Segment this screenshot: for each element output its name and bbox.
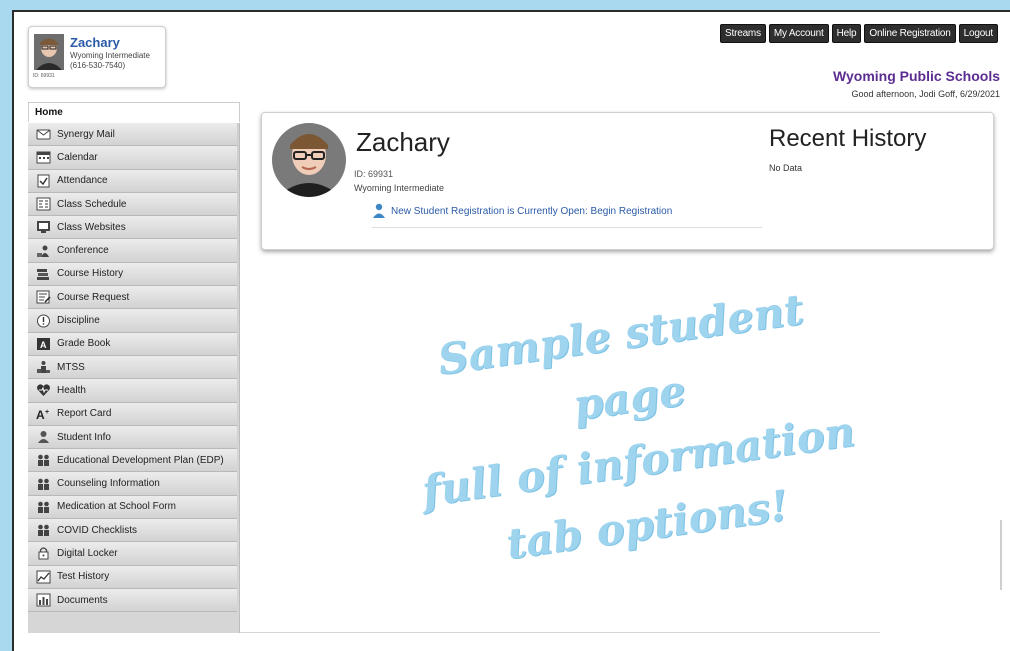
overlay-annotation: Sample student page full of information … bbox=[379, 270, 890, 590]
group-icon bbox=[36, 500, 51, 514]
gradebook-icon: A bbox=[36, 337, 51, 351]
mail-icon bbox=[36, 127, 51, 141]
documents-icon bbox=[36, 593, 51, 607]
student-overview-card: Zachary ID: 69931 Wyoming Intermediate N… bbox=[261, 112, 994, 250]
registration-link[interactable]: New Student Registration is Currently Op… bbox=[372, 203, 762, 228]
conference-icon bbox=[36, 244, 51, 258]
lock-icon bbox=[36, 546, 51, 560]
tab-home[interactable]: Home bbox=[28, 102, 240, 122]
sidebar-item-student-info[interactable]: Student Info bbox=[28, 425, 237, 450]
sidebar-item-medication-form[interactable]: Medication at School Form bbox=[28, 495, 237, 520]
student-school: Wyoming Intermediate bbox=[70, 51, 150, 60]
sidebar-item-course-history[interactable]: Course History bbox=[28, 262, 237, 287]
sidebar-item-attendance[interactable]: Attendance bbox=[28, 169, 237, 193]
sidebar-item-mtss[interactable]: MTSS bbox=[28, 355, 237, 380]
sidebar-item-label: COVID Checklists bbox=[57, 524, 138, 536]
sidebar-item-label: Health bbox=[57, 384, 86, 396]
sidebar-item-label: Attendance bbox=[57, 175, 108, 187]
grade-letter-icon: A + bbox=[36, 407, 51, 421]
sidebar-item-label: Digital Locker bbox=[57, 547, 118, 559]
books-icon bbox=[36, 267, 51, 281]
sidebar-item-conference[interactable]: Conference bbox=[28, 239, 237, 263]
sidebar-item-label: Test History bbox=[57, 571, 110, 583]
sidebar-item-label: Course Request bbox=[57, 291, 130, 303]
sidebar-item-health[interactable]: Health bbox=[28, 379, 237, 403]
student-phone: (616-530-7540) bbox=[70, 61, 126, 70]
student-school-main: Wyoming Intermediate bbox=[354, 183, 444, 193]
sidebar-item-label: Discipline bbox=[57, 315, 100, 327]
sidebar-item-covid-checklists[interactable]: COVID Checklists bbox=[28, 519, 237, 543]
sidebar-item-discipline[interactable]: Discipline bbox=[28, 309, 237, 333]
recent-history-title: Recent History bbox=[769, 125, 927, 152]
streams-button[interactable]: Streams bbox=[720, 24, 766, 43]
student-name: Zachary bbox=[70, 35, 120, 50]
sidebar-item-label: Counseling Information bbox=[57, 478, 160, 490]
sidebar-item-grade-book[interactable]: A Grade Book bbox=[28, 332, 237, 356]
sidebar-item-class-websites[interactable]: Class Websites bbox=[28, 216, 237, 240]
sidebar-item-label: Report Card bbox=[57, 408, 112, 420]
sidebar-item-label: Synergy Mail bbox=[57, 128, 115, 140]
sidebar-item-report-card[interactable]: A + Report Card bbox=[28, 402, 237, 426]
top-nav: Streams My Account Help Online Registrat… bbox=[720, 24, 998, 43]
group-icon bbox=[36, 453, 51, 467]
sidebar-item-label: Conference bbox=[57, 245, 109, 257]
sidebar-item-label: Grade Book bbox=[57, 338, 111, 350]
student-photo bbox=[272, 123, 346, 197]
checkbox-icon bbox=[36, 174, 51, 188]
svg-text:A: A bbox=[36, 408, 45, 421]
sidebar-item-label: Documents bbox=[57, 594, 108, 606]
sidebar-item-label: Educational Development Plan (EDP) bbox=[57, 454, 224, 466]
sidebar-item-counseling-information[interactable]: Counseling Information bbox=[28, 472, 237, 496]
divider bbox=[240, 632, 880, 633]
student-summary-card[interactable]: ID: 69931 Zachary Wyoming Intermediate (… bbox=[28, 26, 166, 88]
sidebar-item-label: MTSS bbox=[57, 361, 85, 373]
logout-button[interactable]: Logout bbox=[958, 24, 998, 43]
podium-icon bbox=[36, 360, 51, 374]
student-id-mini: ID: 69931 bbox=[33, 73, 55, 79]
sidebar-item-class-schedule[interactable]: Class Schedule bbox=[28, 192, 237, 217]
heart-icon bbox=[36, 383, 51, 397]
sidebar-item-label: Student Info bbox=[57, 431, 111, 443]
sidebar-item-calendar[interactable]: Calendar bbox=[28, 146, 237, 170]
person-icon bbox=[36, 430, 51, 444]
sidebar-item-label: Course History bbox=[57, 268, 124, 280]
sidebar-item-digital-locker[interactable]: Digital Locker bbox=[28, 542, 237, 566]
registration-person-icon bbox=[373, 203, 385, 218]
sidebar-item-documents[interactable]: Documents bbox=[28, 588, 237, 613]
district-name: Wyoming Public Schools bbox=[833, 68, 1000, 84]
recent-history-data: No Data bbox=[769, 163, 803, 173]
svg-text:+: + bbox=[45, 409, 49, 416]
sidebar-nav: Synergy Mail Calendar Attendance Class S… bbox=[28, 123, 240, 633]
sidebar-item-label: Class Websites bbox=[57, 221, 126, 233]
svg-text:A: A bbox=[40, 340, 47, 350]
request-icon bbox=[36, 290, 51, 304]
sidebar-item-label: Class Schedule bbox=[57, 198, 127, 210]
group-icon bbox=[36, 477, 51, 491]
student-id: ID: 69931 bbox=[354, 169, 394, 179]
my-account-button[interactable]: My Account bbox=[768, 24, 829, 43]
student-name-heading: Zachary bbox=[356, 127, 450, 157]
group-icon bbox=[36, 523, 51, 537]
sidebar-item-synergy-mail[interactable]: Synergy Mail bbox=[28, 123, 237, 147]
sidebar-item-course-request[interactable]: Course Request bbox=[28, 286, 237, 310]
greeting-text: Good afternoon, Jodi Goff, 6/29/2021 bbox=[851, 89, 1000, 99]
sidebar-item-label: Medication at School Form bbox=[57, 501, 176, 513]
exclamation-icon bbox=[36, 314, 51, 328]
app-window: ID: 69931 Zachary Wyoming Intermediate (… bbox=[12, 10, 1010, 651]
help-button[interactable]: Help bbox=[831, 24, 862, 43]
registration-link-text: New Student Registration is Currently Op… bbox=[391, 205, 673, 217]
student-photo-thumbnail bbox=[34, 34, 64, 70]
schedule-icon bbox=[36, 197, 51, 211]
sidebar-item-label: Calendar bbox=[57, 151, 98, 163]
sidebar-item-test-history[interactable]: Test History bbox=[28, 565, 237, 589]
online-registration-button[interactable]: Online Registration bbox=[864, 24, 956, 43]
scrollbar[interactable] bbox=[1000, 520, 1002, 590]
website-icon bbox=[36, 220, 51, 234]
chart-icon bbox=[36, 570, 51, 584]
calendar-icon bbox=[36, 150, 51, 164]
sidebar-item-edp[interactable]: Educational Development Plan (EDP) bbox=[28, 449, 237, 473]
